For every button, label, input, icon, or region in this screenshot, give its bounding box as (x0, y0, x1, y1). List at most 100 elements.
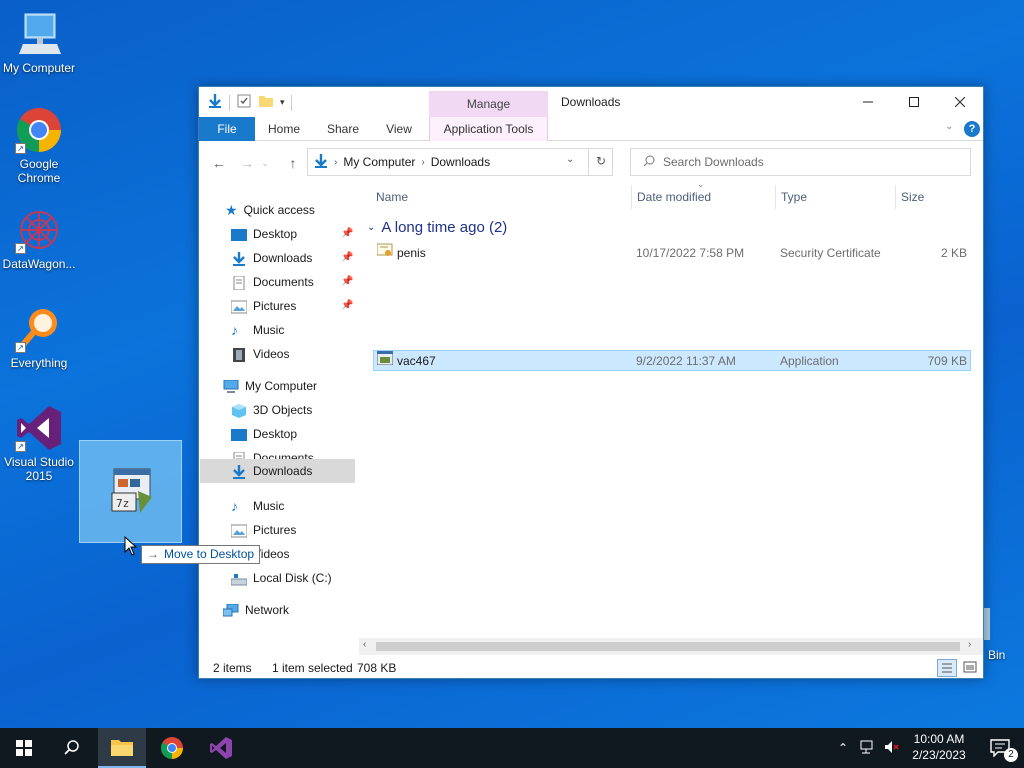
expand-ribbon-icon[interactable]: ⌄ (945, 121, 953, 132)
horizontal-scrollbar[interactable]: ‹ › (359, 638, 983, 655)
system-clock[interactable]: 10:00 AM 2/23/2023 (905, 731, 973, 763)
divider (290, 94, 292, 111)
nav-qa-music[interactable]: ♪ Music (231, 319, 284, 341)
desktop-icon-datawagon[interactable]: ↗ DataWagon... (0, 206, 78, 271)
network-icon[interactable] (858, 740, 874, 757)
column-header-name[interactable]: Name (376, 185, 408, 209)
file-list[interactable]: Name ⌄ Date modified Type Size ⌄ A long … (359, 179, 973, 640)
scrollbar-thumb[interactable] (376, 642, 960, 651)
properties-icon[interactable] (236, 93, 252, 112)
file-date-cell: 9/2/2022 11:37 AM (636, 354, 736, 368)
table-row-selected[interactable]: vac467 9/2/2022 11:37 AM Application 709… (373, 350, 971, 371)
column-divider[interactable] (895, 185, 896, 209)
nav-qa-videos[interactable]: Videos (231, 343, 289, 365)
everything-search-icon: ↗ (15, 305, 63, 353)
scroll-left-icon[interactable]: ‹ (363, 639, 366, 650)
column-header-date[interactable]: Date modified (637, 185, 711, 209)
nav-qa-desktop[interactable]: Desktop 📌 (231, 223, 353, 245)
details-view-button[interactable] (937, 659, 957, 677)
search-field[interactable]: Search Downloads (630, 148, 971, 176)
chrome-icon (161, 737, 183, 759)
nav-qa-downloads[interactable]: Downloads 📌 (231, 247, 353, 269)
column-divider[interactable] (775, 185, 776, 209)
scroll-right-icon[interactable]: › (968, 639, 971, 650)
file-name-cell: vac467 (376, 350, 436, 372)
music-icon: ♪ (231, 322, 238, 338)
desktop-icon (231, 227, 247, 241)
nav-qa-documents[interactable]: Documents 📌 (231, 271, 353, 293)
refresh-button[interactable]: ↻ (588, 148, 613, 176)
nav-network[interactable]: Network (222, 599, 290, 621)
column-header-type[interactable]: Type (781, 185, 807, 209)
address-bar[interactable]: › My Computer › Downloads ⌄ (307, 148, 613, 176)
chevron-down-icon[interactable]: ⌄ (566, 154, 574, 165)
nav-my-computer[interactable]: My Computer (223, 375, 317, 397)
pin-icon[interactable]: 📌 (341, 295, 353, 317)
status-bar: 2 items 1 item selected 708 KB (199, 657, 983, 679)
show-hidden-icons-button[interactable]: ⌃ (838, 741, 848, 755)
new-folder-icon[interactable] (258, 93, 274, 112)
nav-pc-downloads[interactable]: Downloads (231, 460, 312, 482)
desktop-icon-everything[interactable]: ↗ Everything (0, 305, 78, 370)
breadcrumb-my-computer[interactable]: My Computer (343, 155, 415, 169)
close-button[interactable] (937, 87, 983, 117)
tab-view[interactable]: View (375, 117, 423, 141)
group-header[interactable]: ⌄ A long time ago (2) (367, 219, 507, 236)
desktop-icon-label: Bin (988, 648, 1006, 662)
nav-pc-pictures[interactable]: Pictures (230, 519, 296, 541)
up-button[interactable]: ↑ (283, 153, 303, 173)
nav-pc-music[interactable]: ♪ Music (231, 495, 284, 517)
explorer-window[interactable]: ▾ Manage Downloads File Home Share View … (198, 86, 984, 679)
search-icon (643, 155, 655, 170)
manage-tab[interactable]: Manage (429, 91, 548, 117)
nav-local-disk[interactable]: Local Disk (C:) (230, 567, 332, 589)
network-icon (222, 603, 239, 617)
computer-icon (15, 10, 63, 58)
notifications-button[interactable]: 2 (976, 728, 1024, 768)
help-icon[interactable]: ? (964, 121, 980, 137)
nav-quick-access[interactable]: ★ Quick access (225, 199, 315, 221)
desktop-icon-label: My Computer (2, 61, 76, 75)
nav-label: Desktop (253, 427, 298, 441)
download-arrow-icon (207, 93, 223, 112)
pin-icon[interactable]: 📌 (341, 223, 353, 245)
taskbar-file-explorer[interactable] (98, 728, 146, 768)
nav-pc-desktop[interactable]: Desktop (231, 423, 297, 445)
customize-toolbar-icon[interactable]: ▾ (280, 97, 285, 108)
documents-icon (231, 275, 247, 291)
column-divider[interactable] (631, 185, 632, 209)
pin-icon[interactable]: 📌 (341, 247, 353, 269)
maximize-button[interactable] (891, 87, 937, 117)
pin-icon[interactable]: 📌 (341, 271, 353, 293)
tab-application-tools[interactable]: Application Tools (429, 117, 548, 141)
notification-count-badge: 2 (1004, 748, 1018, 762)
file-date-cell: 10/17/2022 7:58 PM (636, 246, 745, 260)
file-size-cell: 709 KB (927, 354, 967, 368)
minimize-button[interactable] (845, 87, 891, 117)
volume-muted-icon[interactable] (884, 740, 900, 757)
forward-button[interactable]: → (237, 153, 257, 173)
nav-label: Videos (253, 347, 290, 361)
nav-qa-pictures[interactable]: Pictures 📌 (230, 295, 353, 317)
tab-share[interactable]: Share (317, 117, 369, 141)
recent-locations-icon[interactable]: ⌄ (255, 153, 275, 173)
start-button[interactable] (0, 728, 48, 768)
taskbar-visual-studio[interactable] (197, 728, 245, 768)
nav-3d-objects[interactable]: 3D Objects (231, 399, 312, 421)
column-header-size[interactable]: Size (901, 185, 924, 209)
back-button[interactable]: ← (209, 153, 229, 173)
desktop-icon-visual-studio[interactable]: ↗ Visual Studio 2015 (0, 404, 78, 483)
nav-label: Network (245, 603, 290, 617)
tab-home[interactable]: Home (259, 117, 309, 141)
desktop-icon-my-computer[interactable]: My Computer (0, 10, 78, 75)
breadcrumb-downloads[interactable]: Downloads (431, 155, 490, 169)
title-bar[interactable]: ▾ Manage Downloads (199, 87, 983, 117)
desktop-icon-chrome[interactable]: ↗ Google Chrome (0, 106, 78, 185)
ribbon-tabs: File Home Share View Application Tools ⌄… (199, 117, 983, 141)
search-button[interactable] (48, 728, 96, 768)
large-icons-view-button[interactable] (961, 659, 981, 677)
tab-file[interactable]: File (199, 117, 255, 141)
table-row[interactable]: penis 10/17/2022 7:58 PM Security Certif… (373, 243, 971, 264)
taskbar-chrome[interactable] (148, 728, 196, 768)
desktop-icon-recycle-bin[interactable]: Bin (978, 606, 1024, 662)
